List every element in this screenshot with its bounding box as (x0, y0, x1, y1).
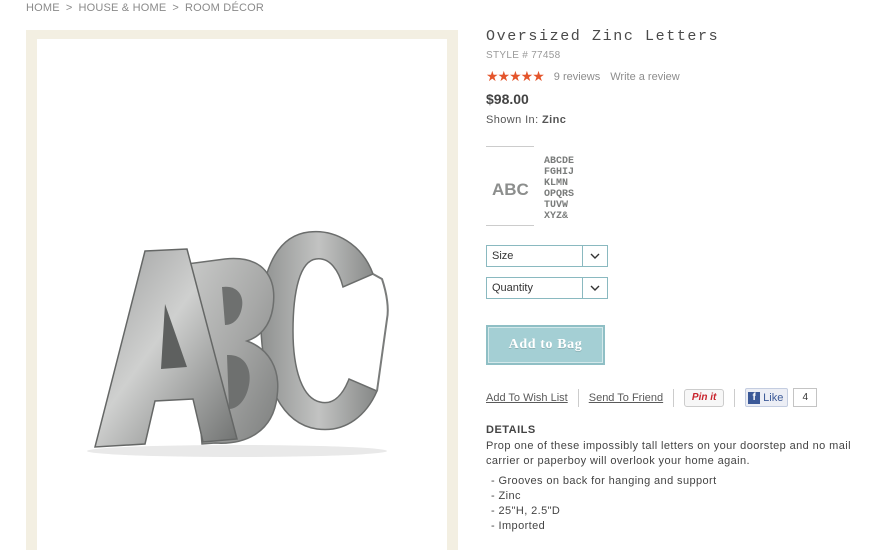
like-count: 4 (793, 388, 818, 407)
thumbnail-alphabet-image: ABCDE FGHIJ KLMN OPQRS TUVW XYZ& (544, 156, 574, 222)
divider (734, 388, 736, 407)
quantity-select[interactable]: Quantity (486, 277, 608, 299)
shown-in-label: Shown In: (486, 114, 539, 126)
product-image[interactable] (37, 39, 447, 559)
send-to-friend-link[interactable]: Send To Friend (589, 392, 663, 404)
breadcrumb-home[interactable]: HOME (26, 2, 60, 14)
size-select-label: Size (492, 250, 514, 262)
thumbnail-abc-image: ABC (492, 180, 529, 199)
breadcrumb: HOME > HOUSE & HOME > ROOM DÉCOR (26, 2, 264, 14)
style-number: STYLE # 77458 (486, 50, 561, 61)
size-select[interactable]: Size (486, 245, 608, 267)
add-to-bag-button[interactable]: Add to Bag (486, 325, 605, 365)
alphabet-line: FGHIJ (544, 167, 574, 178)
thumbnail-strip: ABC ABCDE FGHIJ KLMN OPQRS TUVW XYZ& (486, 146, 596, 228)
breadcrumb-separator: > (65, 2, 73, 14)
divider (673, 388, 675, 407)
list-item: Imported (491, 519, 717, 534)
alphabet-line: OPQRS (544, 189, 574, 200)
rating-stars[interactable]: ★★★★★ (486, 68, 545, 85)
product-title: Oversized Zinc Letters (486, 28, 720, 45)
alphabet-line: KLMN (544, 178, 568, 189)
add-to-wish-list-link[interactable]: Add To Wish List (486, 392, 568, 404)
facebook-like-button[interactable]: f Like (745, 388, 789, 407)
details-heading: DETAILS (486, 424, 536, 436)
details-list: Grooves on back for hanging and support … (491, 474, 717, 534)
reviews-link[interactable]: 9 reviews (554, 71, 600, 83)
product-actions: Add To Wish List Send To Friend Pin it f… (486, 388, 818, 407)
product-image-frame (26, 30, 458, 559)
alphabet-line: XYZ& (544, 211, 568, 222)
list-item: 25"H, 2.5"D (491, 504, 717, 519)
list-item: Zinc (491, 489, 717, 504)
quantity-select-label: Quantity (492, 282, 533, 294)
shown-in-value: Zinc (542, 114, 567, 126)
alphabet-line: ABCDE (544, 156, 574, 167)
thumb1-text: ABC (492, 180, 529, 199)
list-item: Grooves on back for hanging and support (491, 474, 717, 489)
product-price: $98.00 (486, 91, 529, 107)
write-review-link[interactable]: Write a review (610, 71, 679, 83)
zinc-letters-image (87, 230, 389, 457)
thumbnail-alphabet[interactable]: ABCDE FGHIJ KLMN OPQRS TUVW XYZ& (544, 154, 584, 224)
chevron-down-icon[interactable] (582, 246, 607, 266)
pinterest-pin-button[interactable]: Pin it (684, 388, 725, 407)
rating-row: ★★★★★ 9 reviews Write a review (486, 68, 680, 85)
shown-in: Shown In: Zinc (486, 114, 566, 126)
alphabet-line: TUVW (544, 200, 568, 211)
thumbnail-abc[interactable]: ABC (486, 146, 534, 226)
chevron-down-icon[interactable] (582, 278, 607, 298)
breadcrumb-separator: > (172, 2, 180, 14)
divider (577, 388, 579, 407)
breadcrumb-room-decor[interactable]: ROOM DÉCOR (185, 2, 264, 14)
breadcrumb-house-home[interactable]: HOUSE & HOME (78, 2, 166, 14)
facebook-icon: f (748, 391, 761, 404)
facebook-like-label: Like (763, 391, 784, 404)
product-description: Prop one of these impossibly tall letter… (486, 440, 851, 467)
